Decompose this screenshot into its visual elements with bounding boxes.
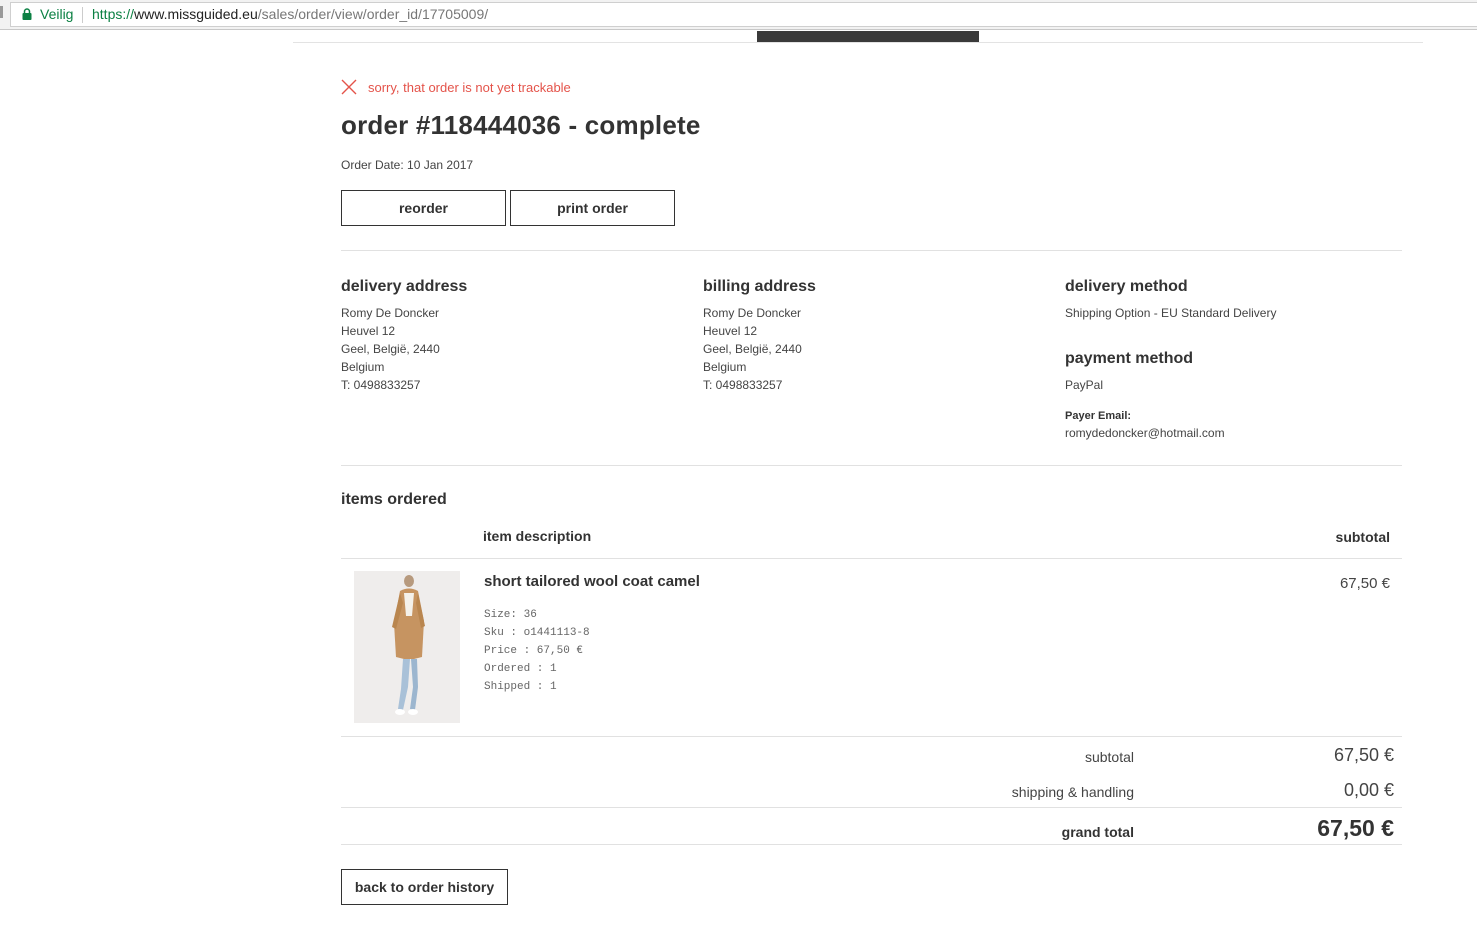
lock-icon [22,8,32,20]
browser-address-bar: Veilig https://www.missguided.eu/sales/o… [0,0,1477,30]
billing-phone: T: 0498833257 [703,378,783,392]
product-name[interactable]: short tailored wool coat camel [484,573,700,590]
delivery-phone: T: 0498833257 [341,378,421,392]
error-cross-icon [341,79,357,95]
payment-method-value: PayPal [1065,378,1104,392]
product-image[interactable] [354,571,460,723]
delivery-street: Heuvel 12 [341,324,396,338]
billing-address-block: billing address Romy De Doncker Heuvel 1… [703,276,1043,394]
account-nav-active-tab[interactable] [757,31,979,42]
address-separator [82,7,83,23]
product-photo [354,571,460,723]
shipping-value: 0,00 € [1343,780,1394,800]
secure-label: Veilig [40,6,74,22]
grand-total-label: grand total [1061,824,1134,840]
divider [341,465,1402,466]
table-header-divider [341,558,1402,559]
back-to-order-history-button[interactable]: back to order history [341,869,508,905]
product-price: Price : 67,50 € [484,645,584,657]
billing-address-heading: billing address [703,278,816,295]
subtotal-label: subtotal [1084,749,1134,765]
billing-street: Heuvel 12 [703,324,758,338]
print-order-button[interactable]: print order [510,190,675,226]
subtotal-value: 67,50 € [1333,745,1394,765]
row-subtotal: 67,50 € [1339,575,1390,592]
product-size: Size: 36 [484,609,537,621]
delivery-city: Geel, België, 2440 [341,342,440,356]
product-details: Size: 36 Sku : o1441113-8 Price : 67,50 … [484,606,590,696]
page-title: order #118444036 - complete [341,110,701,140]
billing-city: Geel, België, 2440 [703,342,802,356]
shipping-label: shipping & handling [1011,784,1134,800]
delivery-method-value: Shipping Option - EU Standard Delivery [1065,306,1277,320]
tracking-notice-text: sorry, that order is not yet trackable [368,80,571,95]
product-shipped: Shipped : 1 [484,681,557,693]
url-protocol: https:// [92,6,135,22]
order-date: Order Date: 10 Jan 2017 [341,158,473,172]
divider [341,844,1402,845]
grand-total-value: 67,50 € [1317,815,1394,841]
product-sku: Sku : o1441113-8 [484,627,590,639]
delivery-address-heading: delivery address [341,278,468,295]
delivery-payment-block: delivery method Shipping Option - EU Sta… [1065,276,1405,440]
delivery-name: Romy De Doncker [341,306,440,320]
divider [341,807,1402,808]
order-date-value: 10 Jan 2017 [407,158,474,172]
order-date-label: Order Date: [341,158,404,172]
product-ordered: Ordered : 1 [484,663,557,675]
account-nav-divider [293,42,1423,43]
payer-email-label: Payer Email: [1065,410,1132,422]
url-path: /sales/order/view/order_id/17705009/ [257,6,489,22]
divider [341,250,1402,251]
delivery-method-heading: delivery method [1065,278,1188,295]
reorder-button[interactable]: reorder [341,190,506,226]
payer-email-value: romydedoncker@hotmail.com [1065,426,1225,440]
url-host: www.missguided.eu [134,6,258,22]
billing-name: Romy De Doncker [703,306,802,320]
url-text[interactable]: https://www.missguided.eu/sales/order/vi… [92,3,488,26]
billing-country: Belgium [703,360,747,374]
items-ordered-heading: items ordered [341,491,447,508]
payment-method-heading: payment method [1065,350,1194,367]
window-edge [0,6,3,18]
url-box[interactable]: Veilig https://www.missguided.eu/sales/o… [10,2,1477,27]
column-header-subtotal: subtotal [1335,529,1390,545]
divider [341,736,1402,737]
delivery-country: Belgium [341,360,385,374]
delivery-address-block: delivery address Romy De Doncker Heuvel … [341,276,681,394]
column-header-description: item description [483,528,592,544]
